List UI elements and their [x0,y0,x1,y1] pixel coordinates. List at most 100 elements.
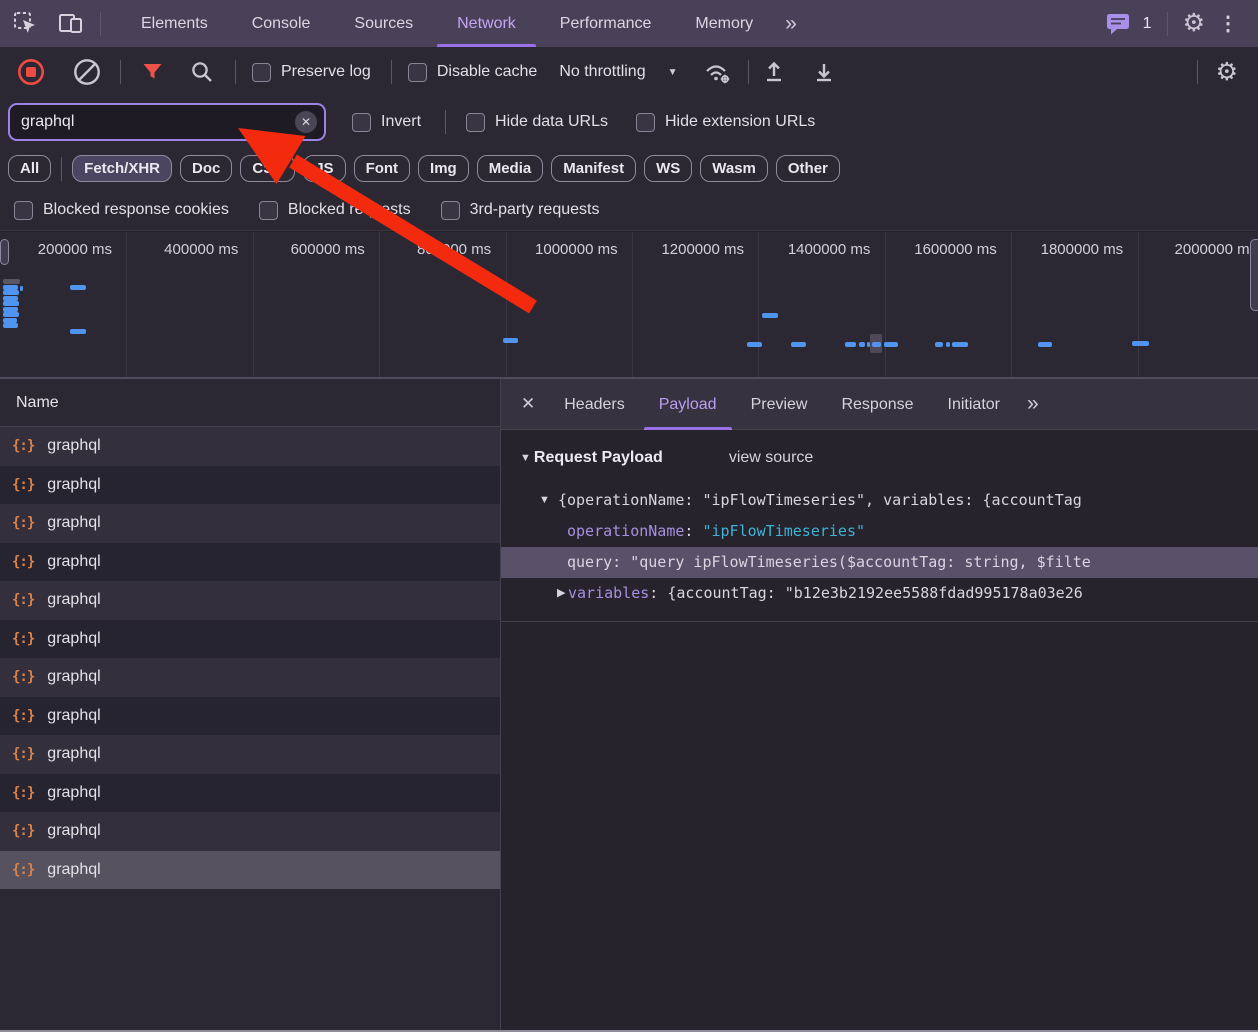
chip-img[interactable]: Img [418,155,469,182]
timeline-bar [3,290,19,295]
search-icon[interactable] [185,55,219,89]
chip-other[interactable]: Other [776,155,840,182]
hide-extension-urls-checkbox[interactable]: Hide extension URLs [636,113,815,132]
checkbox-box[interactable] [441,201,460,220]
tab-sources[interactable]: Sources [332,0,435,47]
chevron-down-icon: ▼ [668,67,678,78]
detail-tab-payload[interactable]: Payload [642,379,734,430]
detail-tabs: ✕ HeadersPayloadPreviewResponseInitiator… [501,379,1258,430]
issues-chat-icon[interactable] [1102,7,1136,41]
table-row[interactable]: {:}graphql [0,697,500,736]
device-toolbar-icon[interactable] [54,7,88,41]
devtools-tabbar: ElementsConsoleSourcesNetworkPerformance… [0,0,1258,47]
request-rows: {:}graphql{:}graphql{:}graphql{:}graphql… [0,427,500,889]
network-settings-gear-icon[interactable]: ⚙ [1216,60,1238,85]
timeline-bar [946,342,950,347]
checkbox-box[interactable] [636,113,655,132]
detail-tab-preview[interactable]: Preview [734,379,825,430]
checkbox-box[interactable] [466,113,485,132]
request-name: graphql [47,861,100,879]
more-tabs-icon[interactable]: » [775,12,809,36]
request-payload-section-header[interactable]: ▼ Request Payload view source [501,441,1258,474]
json-braces-icon: {:} [12,592,34,608]
record-button[interactable] [14,55,48,89]
tab-performance[interactable]: Performance [538,0,674,47]
checkbox-box[interactable] [352,113,371,132]
network-conditions-icon[interactable] [700,55,734,89]
chip-manifest[interactable]: Manifest [551,155,636,182]
detail-tab-initiator[interactable]: Initiator [931,379,1017,430]
menu-dots-icon[interactable]: ⋮ [1212,11,1244,36]
table-row[interactable]: {:}graphql [0,735,500,774]
payload-row[interactable]: query: "query ipFlowTimeseries($accountT… [501,547,1258,578]
chip-fetch-xhr[interactable]: Fetch/XHR [72,155,172,182]
blocked-filters-row: Blocked response cookies Blocked request… [0,190,1258,231]
payload-segment: operationName [567,522,684,540]
checkbox-box[interactable] [252,63,271,82]
table-row[interactable]: {:} graphql [0,581,500,620]
chip-js[interactable]: JS [303,155,345,182]
payload-row[interactable]: ▼{operationName: "ipFlowTimeseries", var… [501,485,1258,516]
preserve-log-checkbox[interactable]: Preserve log [252,63,371,82]
blocked-response-cookies-checkbox[interactable]: Blocked response cookies [14,201,229,220]
tab-console[interactable]: Console [230,0,333,47]
filter-input[interactable]: graphql ✕ [8,103,326,141]
triangle-down-icon[interactable]: ▼ [520,452,531,464]
table-row[interactable]: {:}graphql [0,620,500,659]
triangle-down-icon[interactable]: ▼ [539,485,550,516]
export-har-icon[interactable] [807,55,841,89]
settings-gear-icon[interactable]: ⚙ [1183,11,1205,36]
checkbox-box[interactable] [408,63,427,82]
import-har-icon[interactable] [757,55,791,89]
table-row[interactable]: {:}graphql [0,504,500,543]
checkbox-box[interactable] [14,201,33,220]
tab-memory[interactable]: Memory [673,0,775,47]
name-column-header[interactable]: Name [0,379,500,427]
table-row[interactable]: {:}graphql [0,851,500,890]
chip-media[interactable]: Media [477,155,544,182]
payload-row[interactable]: ▶variables: {accountTag: "b12e3b2192ee55… [501,578,1258,609]
blocked-requests-checkbox[interactable]: Blocked requests [259,201,411,220]
invert-checkbox[interactable]: Invert [352,113,421,132]
timeline-label: 1600000 ms [885,241,997,258]
close-icon[interactable]: ✕ [521,394,535,414]
resource-type-chips: All Fetch/XHR Doc CSS JS Font Img Media Manifest… [0,147,1258,190]
table-row[interactable]: {:}graphql [0,658,500,697]
timeline-overview[interactable]: 200000 ms400000 ms600000 ms800000 ms1000… [0,232,1258,379]
tab-network[interactable]: Network [435,0,538,47]
hide-data-urls-checkbox[interactable]: Hide data URLs [466,113,608,132]
timeline-bar [747,342,762,347]
timeline-label: 1800000 ms [1011,241,1123,258]
table-row[interactable]: {:}graphql [0,812,500,851]
view-source-toggle[interactable]: view source [729,449,813,467]
chip-font[interactable]: Font [354,155,410,182]
chip-ws[interactable]: WS [644,155,692,182]
json-braces-icon: {:} [12,477,34,493]
chip-all[interactable]: All [8,155,51,182]
requests-pane: Name {:}graphql{:}graphql{:}graphql{:}gr… [0,379,501,1030]
more-detail-tabs-icon[interactable]: » [1017,392,1051,416]
detail-tab-response[interactable]: Response [824,379,930,430]
timeline-bar [859,342,865,347]
table-row[interactable]: {:}graphql [0,774,500,813]
disable-cache-checkbox[interactable]: Disable cache [408,63,538,82]
detail-tab-headers[interactable]: Headers [547,379,641,430]
chip-doc[interactable]: Doc [180,155,232,182]
table-row[interactable]: {:}graphql [0,427,500,466]
inspect-element-icon[interactable] [8,7,42,41]
tab-elements[interactable]: Elements [119,0,230,47]
triangle-right-icon[interactable]: ▶ [557,578,565,609]
chip-css[interactable]: CSS [240,155,295,182]
clear-filter-icon[interactable]: ✕ [295,111,317,133]
third-party-requests-checkbox[interactable]: 3rd-party requests [441,201,600,220]
throttling-dropdown[interactable]: No throttling ▼ [559,63,677,81]
chip-wasm[interactable]: Wasm [700,155,768,182]
payload-row[interactable]: operationName: "ipFlowTimeseries" [501,516,1258,547]
clear-button[interactable] [70,55,104,89]
filter-funnel-icon[interactable] [135,55,169,89]
table-row[interactable]: {:}graphql [0,543,500,582]
table-row[interactable]: {:}graphql [0,466,500,505]
timeline-right-handle[interactable] [1250,239,1258,311]
request-name: graphql [47,591,100,609]
checkbox-box[interactable] [259,201,278,220]
